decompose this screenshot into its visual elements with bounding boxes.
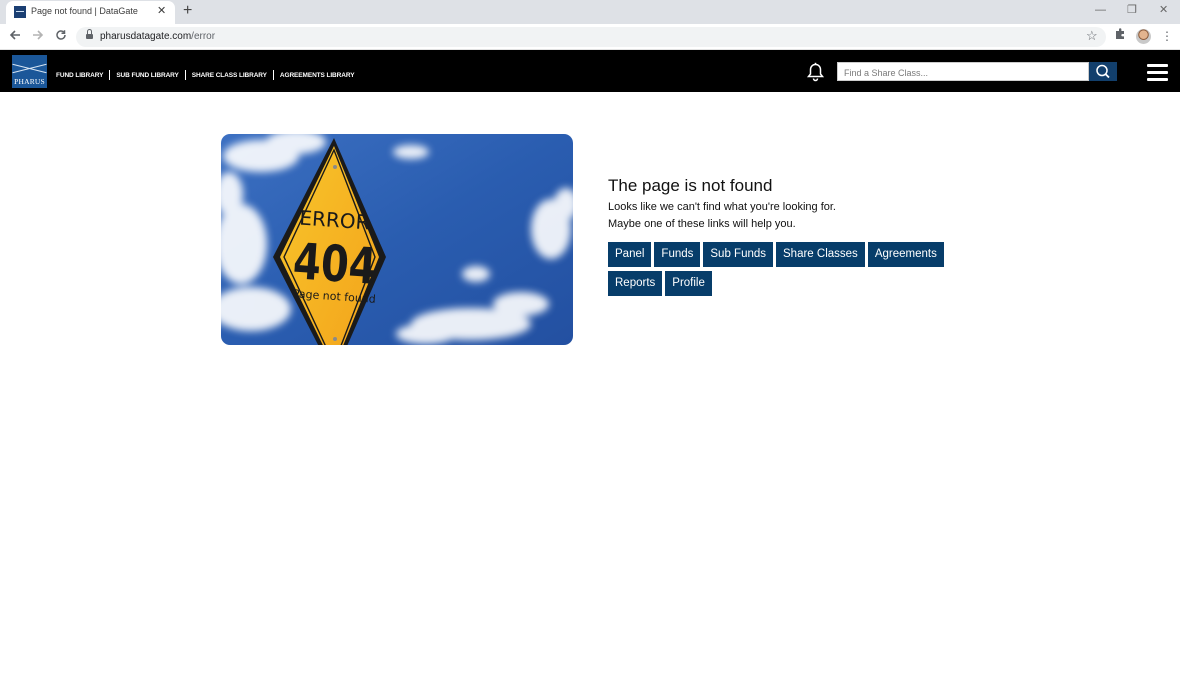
- profile-avatar[interactable]: [1136, 29, 1151, 44]
- extensions-icon[interactable]: [1114, 28, 1126, 44]
- browser-tab[interactable]: Page not found | DataGate ✕: [6, 1, 175, 24]
- help-links: Panel Funds Sub Funds Share Classes Agre…: [608, 242, 948, 296]
- nav-separator: [184, 70, 186, 80]
- url-path: /error: [191, 31, 216, 42]
- nav-sub-fund-library[interactable]: SUB FUND LIBRARY: [116, 72, 179, 79]
- hamburger-menu-icon[interactable]: [1147, 64, 1168, 81]
- sub-funds-button[interactable]: Sub Funds: [703, 242, 774, 267]
- sign-404-text: 404: [291, 232, 378, 296]
- url-host: pharusdatagate.com: [100, 31, 192, 42]
- nav-share-class-library[interactable]: SHARE CLASS LIBRARY: [192, 72, 267, 79]
- nav-agreements-library[interactable]: AGREEMENTS LIBRARY: [280, 72, 355, 79]
- search-button[interactable]: [1089, 62, 1117, 81]
- tab-close-icon[interactable]: ✕: [157, 4, 166, 18]
- pharus-logo[interactable]: PHARUS: [12, 55, 47, 88]
- window-close-button[interactable]: ✕: [1159, 3, 1168, 17]
- funds-button[interactable]: Funds: [654, 242, 701, 267]
- new-tab-button[interactable]: +: [183, 2, 192, 20]
- menu-kebab-icon[interactable]: ⋮: [1161, 28, 1173, 44]
- reload-icon[interactable]: [54, 28, 68, 46]
- nav-separator: [272, 70, 274, 80]
- search-input[interactable]: [838, 64, 1088, 82]
- nav-separator: [109, 70, 111, 80]
- agreements-button[interactable]: Agreements: [867, 242, 944, 267]
- sign-error-text: ERROR: [299, 206, 371, 235]
- share-classes-button[interactable]: Share Classes: [776, 242, 865, 267]
- not-found-message-line1: Looks like we can't find what you're loo…: [608, 201, 836, 213]
- nav-fund-library[interactable]: FUND LIBRARY: [56, 72, 103, 79]
- forward-icon[interactable]: [31, 28, 45, 46]
- page-title: The page is not found: [608, 176, 773, 195]
- window-restore-button[interactable]: ❐: [1127, 3, 1137, 17]
- window-minimize-button[interactable]: —: [1095, 3, 1106, 17]
- star-icon[interactable]: ☆: [1086, 28, 1098, 44]
- panel-button[interactable]: Panel: [608, 242, 652, 267]
- not-found-panel: The page is not found Looks like we can'…: [608, 176, 968, 296]
- search-icon: [1096, 64, 1110, 79]
- error-404-image: ERROR 404 Page not found: [221, 134, 573, 345]
- favicon-icon: [14, 6, 26, 18]
- lock-icon: [86, 29, 93, 40]
- address-bar-row: pharusdatagate.com/error ☆ ⋮: [0, 24, 1180, 50]
- logo-text: PHARUS: [14, 77, 45, 86]
- top-navigation: FUND LIBRARY SUB FUND LIBRARY SHARE CLAS…: [56, 70, 355, 80]
- site-header: PHARUS FUND LIBRARY SUB FUND LIBRARY SHA…: [0, 50, 1180, 92]
- reports-button[interactable]: Reports: [608, 271, 663, 296]
- url-field[interactable]: pharusdatagate.com/error ☆: [76, 27, 1106, 47]
- bell-icon[interactable]: [806, 62, 825, 82]
- browser-tab-bar: Page not found | DataGate ✕ + — ❐ ✕: [0, 0, 1180, 24]
- back-icon[interactable]: [8, 28, 22, 46]
- profile-button[interactable]: Profile: [665, 271, 712, 296]
- share-class-search: [837, 62, 1089, 82]
- tab-title: Page not found | DataGate: [31, 6, 138, 16]
- not-found-message-line2: Maybe one of these links will help you.: [608, 218, 796, 230]
